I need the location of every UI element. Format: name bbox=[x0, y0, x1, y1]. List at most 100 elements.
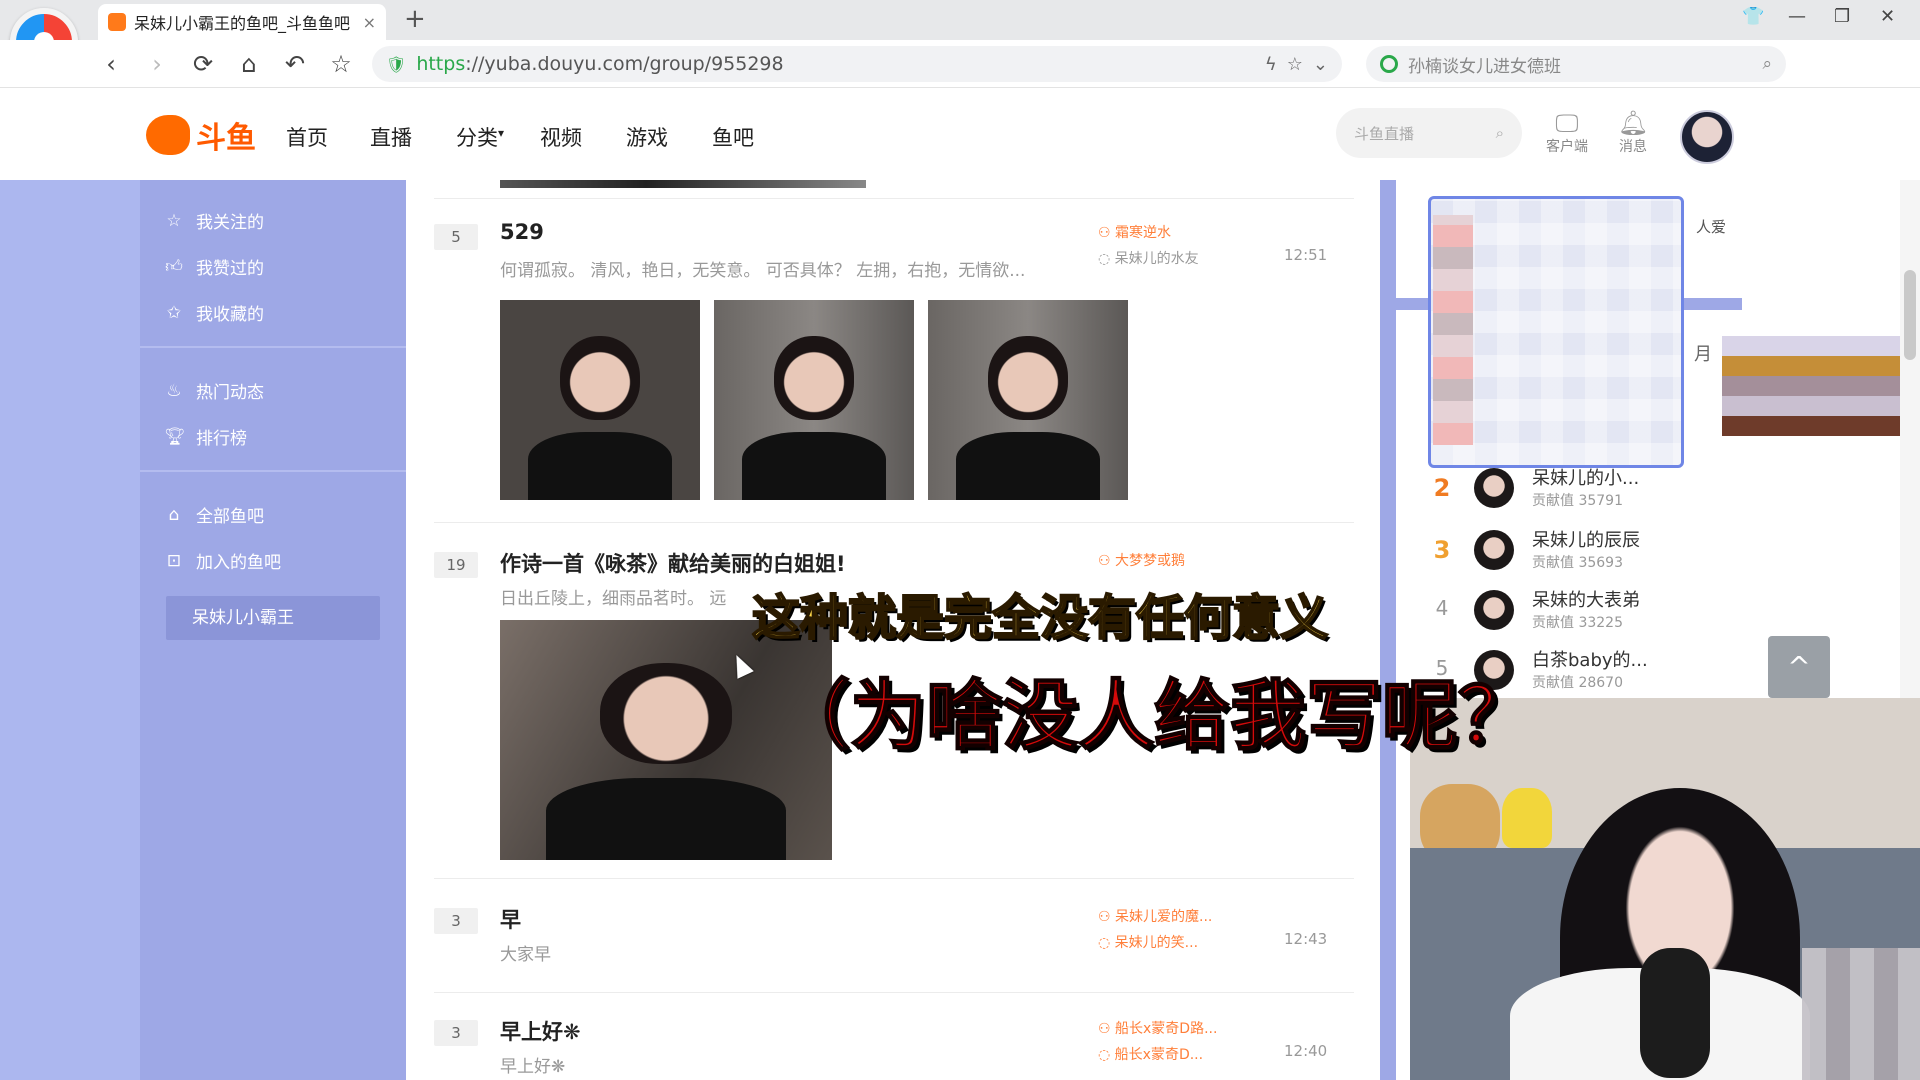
sidebar-item-label: 我收藏的 bbox=[196, 305, 264, 325]
post-author[interactable]: ⚇ 呆妹儿爱的魔... bbox=[1098, 906, 1212, 926]
client-download[interactable]: 🖵 客户端 bbox=[1542, 110, 1592, 156]
nav-video[interactable]: 视频 bbox=[540, 122, 582, 152]
subtitle-line-1: 这种就是完全没有任何意义 bbox=[751, 589, 1329, 647]
post-item[interactable]: 5 529 何谓孤寂。 清风，艳日，无笑意。 可否具体？ 左拥，右抱，无情欲..… bbox=[434, 220, 1354, 504]
subtitle-line-2: （为啥没人给我写呢？ bbox=[773, 670, 1535, 761]
post-item[interactable]: 3 早 大家早 ⚇ 呆妹儿爱的魔... ◌ 呆妹儿的笑... 12:43 bbox=[434, 908, 1354, 988]
lightning-icon[interactable]: ϟ bbox=[1265, 54, 1277, 75]
last-reply-user[interactable]: ◌ 呆妹儿的水友 bbox=[1098, 248, 1199, 268]
search-icon[interactable]: ⌕ bbox=[1762, 54, 1772, 74]
browser-tab[interactable]: 呆妹儿小霸王的鱼吧_斗鱼鱼吧 × bbox=[98, 4, 386, 40]
minimize-icon[interactable]: — bbox=[1788, 6, 1806, 27]
search-suggestion: 孙楠谈女儿进女德班 bbox=[1408, 56, 1561, 77]
skin-icon[interactable]: 👕 bbox=[1742, 6, 1764, 27]
post-author[interactable]: ⚇ 大梦梦或鹅 bbox=[1098, 550, 1185, 570]
ranking-row[interactable]: 4 呆妹的大表弟 贡献值 33225 bbox=[1432, 590, 1712, 648]
nav-home[interactable]: 首页 bbox=[286, 122, 328, 152]
logo-text: 斗鱼 bbox=[196, 121, 256, 156]
close-window-icon[interactable]: ✕ bbox=[1880, 6, 1895, 27]
fan-label: 人爱 bbox=[1696, 218, 1727, 236]
ranking-row[interactable]: 2 呆妹儿的小... 贡献值 35791 bbox=[1432, 468, 1712, 526]
sidebar-item-all-groups[interactable]: ⌂ 全部鱼吧 bbox=[164, 502, 264, 528]
last-reply-user[interactable]: ◌ 呆妹儿的笑... bbox=[1098, 932, 1198, 952]
nav-game[interactable]: 游戏 bbox=[626, 122, 668, 152]
nav-category[interactable]: 分类 bbox=[456, 122, 498, 152]
avatar bbox=[1474, 530, 1514, 570]
category-caret-icon: ▾ bbox=[498, 126, 505, 140]
site-search-input[interactable]: 斗鱼直播 ⌕ bbox=[1336, 108, 1522, 158]
forward-icon[interactable]: › bbox=[142, 50, 172, 78]
back-to-top-button[interactable]: ^ bbox=[1768, 636, 1830, 698]
star-outline-icon: ☆ bbox=[166, 210, 182, 231]
user-icon: ⚇ bbox=[1098, 909, 1116, 925]
sidebar-item-favorited[interactable]: ✩ 我收藏的 bbox=[164, 300, 264, 326]
pikachu-plush bbox=[1502, 788, 1552, 848]
post-author[interactable]: ⚇ 船长x蒙奇D路... bbox=[1098, 1018, 1217, 1038]
last-reply-user[interactable]: ◌ 船长x蒙奇D... bbox=[1098, 1044, 1203, 1064]
user-icon: ⚇ bbox=[1098, 553, 1116, 569]
author-name: 霜寒逆水 bbox=[1115, 225, 1172, 241]
tab-close-icon[interactable]: × bbox=[363, 13, 376, 32]
client-label: 客户端 bbox=[1546, 139, 1588, 155]
chevron-down-icon[interactable]: ⌄ bbox=[1313, 54, 1328, 75]
sidebar-item-followed[interactable]: ☆ 我关注的 bbox=[164, 208, 264, 234]
new-tab-button[interactable]: + bbox=[404, 4, 426, 34]
user-icon: ⚇ bbox=[1098, 1021, 1116, 1037]
nav-live[interactable]: 直播 bbox=[370, 122, 412, 152]
monitor-icon: 🖵 bbox=[1555, 109, 1579, 137]
bookmark-icon: ⊡ bbox=[166, 550, 182, 571]
sidebar-item-hot[interactable]: ♨ 热门动态 bbox=[164, 378, 264, 404]
url-path: ://yuba.douyu.com/group/955298 bbox=[465, 53, 784, 75]
sidebar-item-label: 排行榜 bbox=[196, 429, 247, 449]
messages[interactable]: 🔔︎ 消息 bbox=[1608, 110, 1658, 156]
post-time: 12:51 bbox=[1284, 246, 1328, 264]
favorite-star-icon[interactable]: ☆ bbox=[1287, 54, 1303, 75]
trophy-icon: 🏆︎ bbox=[164, 426, 186, 447]
post-author[interactable]: ⚇ 霜寒逆水 bbox=[1098, 222, 1171, 242]
sidebar-item-label: 我赞过的 bbox=[196, 259, 264, 279]
reload-icon[interactable]: ⟳ bbox=[188, 50, 218, 78]
pixelated-overlay bbox=[1802, 948, 1920, 1080]
sidebar-item-active-group[interactable]: 呆妹儿小霸王 bbox=[166, 596, 380, 640]
rank-score: 贡献值 33225 bbox=[1532, 615, 1623, 631]
restore-icon[interactable]: ❐ bbox=[1834, 6, 1850, 27]
back-icon[interactable]: ‹ bbox=[96, 50, 126, 78]
post-excerpt: 早上好❋ bbox=[500, 1057, 566, 1077]
sidebar-divider bbox=[140, 470, 406, 472]
post-title[interactable]: 529 bbox=[500, 220, 544, 244]
rank-number: 2 bbox=[1433, 474, 1451, 502]
rank-score: 贡献值 28670 bbox=[1532, 675, 1623, 691]
sidebar-item-ranking[interactable]: 🏆︎ 排行榜 bbox=[164, 424, 247, 450]
douyu-logo[interactable]: 斗鱼 bbox=[146, 112, 256, 158]
tab-month[interactable]: 月 bbox=[1694, 340, 1712, 366]
post-image[interactable] bbox=[928, 300, 1128, 500]
douyu-favicon-icon bbox=[108, 13, 126, 31]
home-icon[interactable]: ⌂ bbox=[234, 50, 264, 78]
bookmark-star-icon[interactable]: ☆ bbox=[326, 50, 356, 78]
post-item[interactable]: 3 早上好❋ 早上好❋ ⚇ 船长x蒙奇D路... ◌ 船长x蒙奇D... 12:… bbox=[434, 1020, 1354, 1080]
post-title[interactable]: 早上好❋ bbox=[500, 1016, 581, 1046]
site-header: 斗鱼 首页 直播 分类 ▾ 视频 游戏 鱼吧 斗鱼直播 ⌕ 🖵 客户端 🔔︎ 消… bbox=[0, 88, 1920, 180]
rank-score: 贡献值 35693 bbox=[1532, 555, 1623, 571]
user-avatar[interactable] bbox=[1680, 110, 1734, 164]
flame-icon: ♨ bbox=[166, 380, 182, 401]
sidebar-item-joined-groups[interactable]: ⊡ 加入的鱼吧 bbox=[164, 548, 281, 574]
post-image[interactable] bbox=[500, 300, 700, 500]
post-title[interactable]: 作诗一首《咏茶》献给美丽的白姐姐! bbox=[500, 548, 846, 578]
favorite-icon: ✩ bbox=[166, 302, 182, 323]
post-title[interactable]: 早 bbox=[500, 904, 521, 934]
browser-tab-bar: 呆妹儿小霸王的鱼吧_斗鱼鱼吧 × + 👕 — ❐ ✕ bbox=[0, 0, 1920, 76]
sidebar-item-label: 加入的鱼吧 bbox=[196, 553, 281, 573]
shield-icon: 🛡 bbox=[386, 54, 407, 74]
sidebar-item-liked[interactable]: 👍︎ 我赞过的 bbox=[164, 254, 264, 279]
scrollbar-thumb[interactable] bbox=[1904, 270, 1916, 360]
last-reply-name: 船长x蒙奇D... bbox=[1114, 1047, 1204, 1063]
site-search-icon[interactable]: ⌕ bbox=[1496, 124, 1504, 142]
post-image[interactable] bbox=[714, 300, 914, 500]
nav-yuba[interactable]: 鱼吧 bbox=[712, 122, 754, 152]
browser-search-field[interactable]: 孙楠谈女儿进女德班 ⌕ bbox=[1366, 46, 1786, 82]
address-field[interactable]: 🛡 https://yuba.douyu.com/group/955298 ϟ … bbox=[372, 46, 1342, 82]
undo-close-icon[interactable]: ↶ bbox=[280, 50, 310, 78]
ranking-row[interactable]: 3 呆妹儿的辰辰 贡献值 35693 bbox=[1432, 530, 1712, 588]
sidebar-divider bbox=[140, 346, 406, 348]
